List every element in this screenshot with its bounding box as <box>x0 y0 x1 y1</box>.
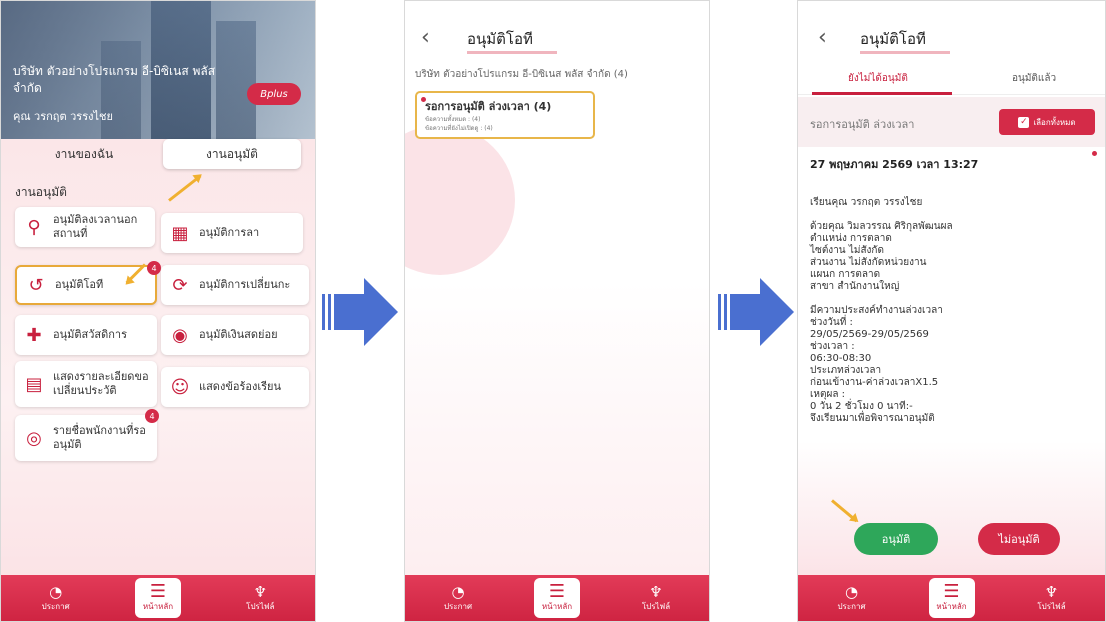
megaphone-icon: ◔ <box>49 582 63 601</box>
nav-home[interactable]: ☰ หน้าหลัก <box>134 578 181 618</box>
hand-coin-icon: ◉ <box>172 324 188 346</box>
reject-button[interactable]: ไม่อนุมัติ <box>978 523 1060 555</box>
wrench-icon: ♆ <box>649 582 663 601</box>
flow-arrow <box>322 278 398 346</box>
menu-welfare[interactable]: ✚ อนุมัติสวัสดิการ <box>15 315 157 355</box>
select-all-button[interactable]: ✓ เลือกทั้งหมด <box>999 109 1095 135</box>
calendar-icon: ▦ <box>171 222 189 244</box>
bottom-nav: ◔ ประกาศ ☰ หน้าหลัก ♆ โปรไฟล์ <box>405 575 709 621</box>
request-date: 27 พฤษภาคม 2569 เวลา 13:27 <box>810 158 979 171</box>
active-tab-indicator <box>812 92 952 95</box>
nav-news[interactable]: ◔ ประกาศ <box>26 584 86 613</box>
notification-badge: 4 <box>147 261 161 275</box>
ot-detail-screen: ‹ อนุมัติโอที ยังไม่ได้อนุมัติ อนุมัติแล… <box>797 0 1106 622</box>
tab-approved[interactable]: อนุมัติแล้ว <box>1012 71 1056 86</box>
user-name: คุณ วรกฤต วรรงไชย <box>13 110 113 123</box>
menu-complaints[interactable]: ☺ แสดงข้อร้องเรียน <box>161 367 309 407</box>
nav-home[interactable]: ☰ หน้าหลัก <box>928 578 975 618</box>
menu-icon: ☰ <box>943 580 960 602</box>
notification-badge: 4 <box>145 409 159 423</box>
flow-arrow <box>718 278 794 346</box>
menu-icon: ☰ <box>548 580 566 602</box>
company-name: บริษัท ตัวอย่างโปรแกรม อี-บิซิเนส พลัส จ… <box>13 64 216 95</box>
title-underline <box>467 51 557 54</box>
request-detail: เรียนคุณ วรกฤต วรรงไชย ด้วยคุณ วิมลวรรณ … <box>810 197 953 424</box>
nav-news[interactable]: ◔ ประกาศ <box>428 584 488 613</box>
menu-profile-change[interactable]: ▤ แสดงรายละเอียดขอเปลี่ยนประวัติ <box>15 361 157 407</box>
nav-profile[interactable]: ♆ โปรไฟล์ <box>626 584 686 613</box>
pending-ot-card[interactable]: รอการอนุมัติ ล่วงเวลา (4) ข้อความทั้งหมด… <box>415 91 595 139</box>
menu-icon: ☰ <box>149 580 167 602</box>
target-pin-icon: ◎ <box>26 427 42 449</box>
unread-dot <box>421 97 426 102</box>
filter-label: รอการอนุมัติ ล่วงเวลา <box>810 118 915 131</box>
nav-profile[interactable]: ♆ โปรไฟล์ <box>1022 584 1082 613</box>
bplus-logo: Bplus <box>247 83 301 105</box>
megaphone-icon: ◔ <box>844 582 859 601</box>
back-arrow-icon[interactable]: ‹ <box>818 25 827 50</box>
hand-plus-icon: ✚ <box>26 324 42 346</box>
menu-pending-employees[interactable]: ◎ รายชื่อพนักงานที่รออนุมัติ 4 <box>15 409 159 461</box>
document-icon: ▤ <box>25 373 43 395</box>
map-pin-route-icon: ⚲ <box>27 216 41 238</box>
page-title: อนุมัติโอที <box>860 30 926 48</box>
nav-news[interactable]: ◔ ประกาศ <box>822 584 882 613</box>
nav-home[interactable]: ☰ หน้าหลัก <box>534 578 580 618</box>
section-title: งานอนุมัติ <box>15 185 67 199</box>
tab-approval-work[interactable]: งานอนุมัติ <box>163 139 301 169</box>
menu-leave-approval[interactable]: ▦ อนุมัติการลา <box>161 213 303 253</box>
bottom-nav: ◔ ประกาศ ☰ หน้าหลัก ♆ โปรไฟล์ <box>1 575 315 621</box>
menu-petty-cash[interactable]: ◉ อนุมัติเงินสดย่อย <box>161 315 309 355</box>
smiley-icon: ☺ <box>170 376 190 398</box>
megaphone-icon: ◔ <box>451 582 465 601</box>
decor-circle <box>405 125 515 275</box>
checkbox-icon: ✓ <box>1018 116 1030 128</box>
home-screen: บริษัท ตัวอย่างโปรแกรม อี-บิซิเนส พลัส จ… <box>0 0 316 622</box>
title-underline <box>860 51 950 54</box>
sync-icon: ⟳ <box>172 274 188 296</box>
page-title: อนุมัติโอที <box>467 30 533 48</box>
wrench-icon: ♆ <box>1044 582 1059 601</box>
pointer-arrow <box>168 174 202 202</box>
clock-refresh-icon: ↺ <box>28 274 44 296</box>
unread-dot <box>1092 151 1097 156</box>
back-arrow-icon[interactable]: ‹ <box>421 25 430 50</box>
tab-my-work[interactable]: งานของฉัน <box>15 139 153 169</box>
menu-offsite-checkin[interactable]: ⚲ อนุมัติลงเวลานอกสถานที่ <box>15 207 155 247</box>
menu-area: งานของฉัน งานอนุมัติ งานอนุมัติ ⚲ อนุมัติ… <box>1 139 315 577</box>
company-header: บริษัท ตัวอย่างโปรแกรม อี-บิซิเนส พลัส จ… <box>1 1 315 139</box>
tab-pending[interactable]: ยังไม่ได้อนุมัติ <box>848 71 908 86</box>
wrench-icon: ♆ <box>253 582 268 601</box>
nav-profile[interactable]: ♆ โปรไฟล์ <box>230 584 290 613</box>
approve-button[interactable]: อนุมัติ <box>854 523 938 555</box>
menu-shift-change[interactable]: ⟳ อนุมัติการเปลี่ยนกะ <box>161 265 309 305</box>
ot-list-screen: ‹ อนุมัติโอที บริษัท ตัวอย่างโปรแกรม อี-… <box>404 0 710 622</box>
company-subtitle: บริษัท ตัวอย่างโปรแกรม อี-บิซิเนส พลัส จ… <box>415 69 628 80</box>
bottom-nav: ◔ ประกาศ ☰ หน้าหลัก ♆ โปรไฟล์ <box>798 575 1105 621</box>
